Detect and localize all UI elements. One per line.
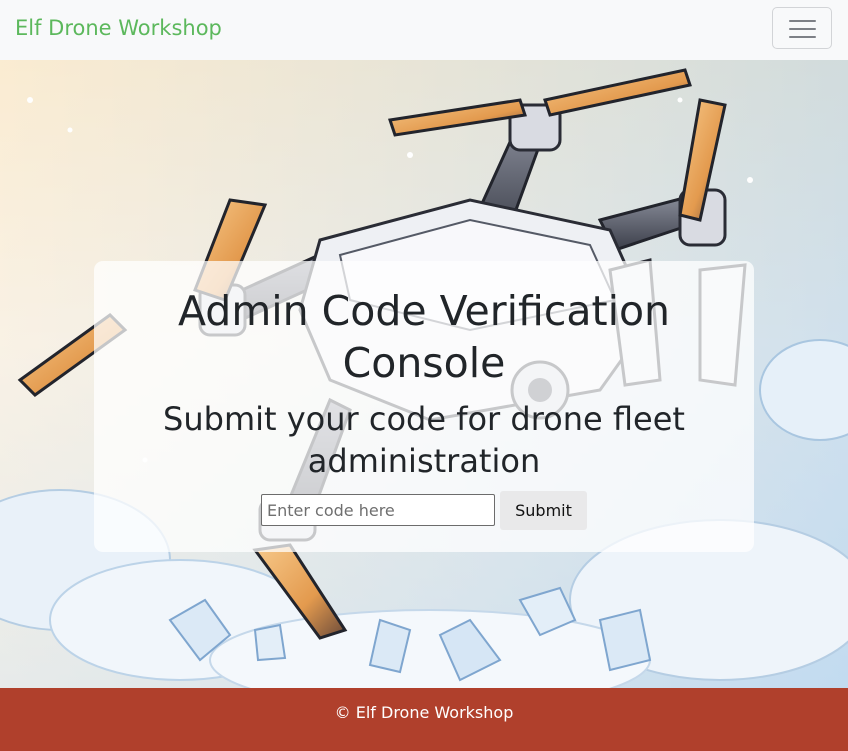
page-subtitle: Submit your code for drone fleet adminis… [163, 400, 685, 480]
brand-link[interactable]: Elf Drone Workshop [15, 16, 222, 40]
hamburger-menu-icon [789, 20, 816, 38]
code-input[interactable] [261, 494, 495, 526]
navbar-toggle-button[interactable] [772, 7, 832, 49]
verification-card: Admin Code Verification Console Submit y… [94, 261, 754, 552]
footer-text: © Elf Drone Workshop [334, 703, 514, 722]
page-title: Admin Code Verification Console [177, 287, 671, 387]
submit-button[interactable]: Submit [500, 491, 587, 530]
footer: © Elf Drone Workshop [0, 688, 848, 751]
navbar: Elf Drone Workshop [0, 0, 848, 60]
